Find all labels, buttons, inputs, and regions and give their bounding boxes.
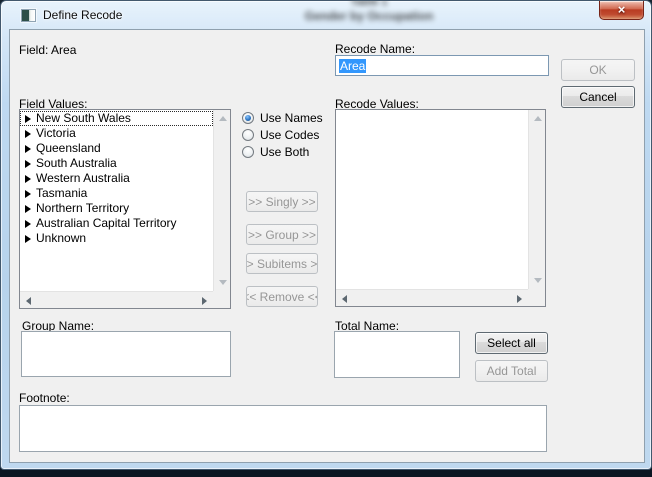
field-label: Field: Area [19, 43, 76, 57]
scroll-left-button[interactable] [336, 290, 353, 307]
background-window-title: Table 1 Gender by Occupation [259, 0, 479, 23]
define-recode-dialog: Table 1 Gender by Occupation Define Reco… [0, 0, 652, 470]
scroll-right-button[interactable] [511, 290, 528, 307]
horizontal-scrollbar[interactable] [336, 289, 528, 306]
scroll-left-button[interactable] [20, 292, 37, 309]
scroll-up-button[interactable] [214, 110, 231, 127]
radio-icon [242, 129, 254, 141]
group-button[interactable]: >> Group >> [246, 224, 318, 245]
add-total-button[interactable]: Add Total [475, 360, 548, 382]
footnote-input[interactable] [19, 405, 547, 452]
group-name-input[interactable] [21, 331, 231, 377]
scroll-left-icon [342, 295, 347, 303]
scroll-right-icon [202, 297, 207, 305]
right-triangle-icon [25, 160, 31, 168]
scroll-up-icon [534, 116, 542, 121]
list-item[interactable]: Victoria [20, 126, 213, 141]
right-triangle-icon [25, 115, 31, 123]
right-triangle-icon [25, 130, 31, 138]
footnote-label: Footnote: [19, 391, 70, 405]
list-item[interactable]: Western Australia [20, 171, 213, 186]
right-triangle-icon [25, 145, 31, 153]
close-button[interactable]: × [599, 1, 644, 20]
title-bar[interactable]: Table 1 Gender by Occupation Define Reco… [1, 1, 651, 29]
list-item[interactable]: Australian Capital Territory [20, 216, 213, 231]
scroll-down-button[interactable] [529, 272, 546, 289]
desktop-background: Table 1 Gender by Occupation Define Reco… [0, 0, 652, 477]
right-triangle-icon [25, 220, 31, 228]
radio-use-both[interactable]: Use Both [242, 145, 309, 159]
recode-name-label: Recode Name: [335, 42, 415, 56]
app-icon [21, 9, 36, 22]
ok-button[interactable]: OK [561, 59, 635, 81]
list-item[interactable]: Northern Territory [20, 201, 213, 216]
scroll-up-button[interactable] [529, 110, 546, 127]
list-item[interactable]: New South Wales [20, 111, 213, 126]
scroll-down-icon [219, 280, 227, 285]
list-item[interactable]: Queensland [20, 141, 213, 156]
total-name-input[interactable] [334, 331, 460, 378]
singly-button[interactable]: >> Singly >> [246, 191, 318, 212]
horizontal-scrollbar[interactable] [20, 291, 213, 308]
recode-values-list [336, 110, 528, 289]
vertical-scrollbar[interactable] [213, 110, 230, 291]
vertical-scrollbar[interactable] [528, 110, 545, 289]
subitems-button[interactable]: >> Subitems >> [246, 253, 318, 274]
scrollbar-corner [528, 289, 545, 306]
field-values-listbox[interactable]: New South Wales Victoria Queensland Sout… [19, 109, 231, 309]
scroll-down-icon [534, 278, 542, 283]
scrollbar-corner [213, 291, 230, 308]
select-all-button[interactable]: Select all [475, 332, 548, 354]
list-item[interactable]: Unknown [20, 231, 213, 246]
list-item[interactable]: Tasmania [20, 186, 213, 201]
scroll-up-icon [219, 116, 227, 121]
right-triangle-icon [25, 235, 31, 243]
scroll-right-button[interactable] [196, 292, 213, 309]
cancel-button[interactable]: Cancel [561, 86, 635, 108]
dialog-client-area: Field: Area Recode Name: Area OK Cancel … [9, 29, 645, 463]
right-triangle-icon [25, 205, 31, 213]
window-title: Define Recode [43, 8, 122, 22]
list-item[interactable]: South Australia [20, 156, 213, 171]
right-triangle-icon [25, 175, 31, 183]
field-values-list: New South Wales Victoria Queensland Sout… [20, 110, 213, 291]
scroll-down-button[interactable] [214, 274, 231, 291]
radio-icon [242, 112, 254, 124]
scroll-right-icon [517, 295, 522, 303]
close-icon: × [618, 2, 626, 17]
selected-text: Area [339, 59, 366, 73]
recode-values-listbox[interactable] [335, 109, 546, 307]
recode-name-input[interactable]: Area [335, 55, 549, 76]
scroll-left-icon [26, 297, 31, 305]
radio-use-names[interactable]: Use Names [242, 111, 323, 125]
remove-button[interactable]: << Remove << [246, 286, 318, 307]
right-triangle-icon [25, 190, 31, 198]
radio-icon [242, 146, 254, 158]
radio-use-codes[interactable]: Use Codes [242, 128, 319, 142]
